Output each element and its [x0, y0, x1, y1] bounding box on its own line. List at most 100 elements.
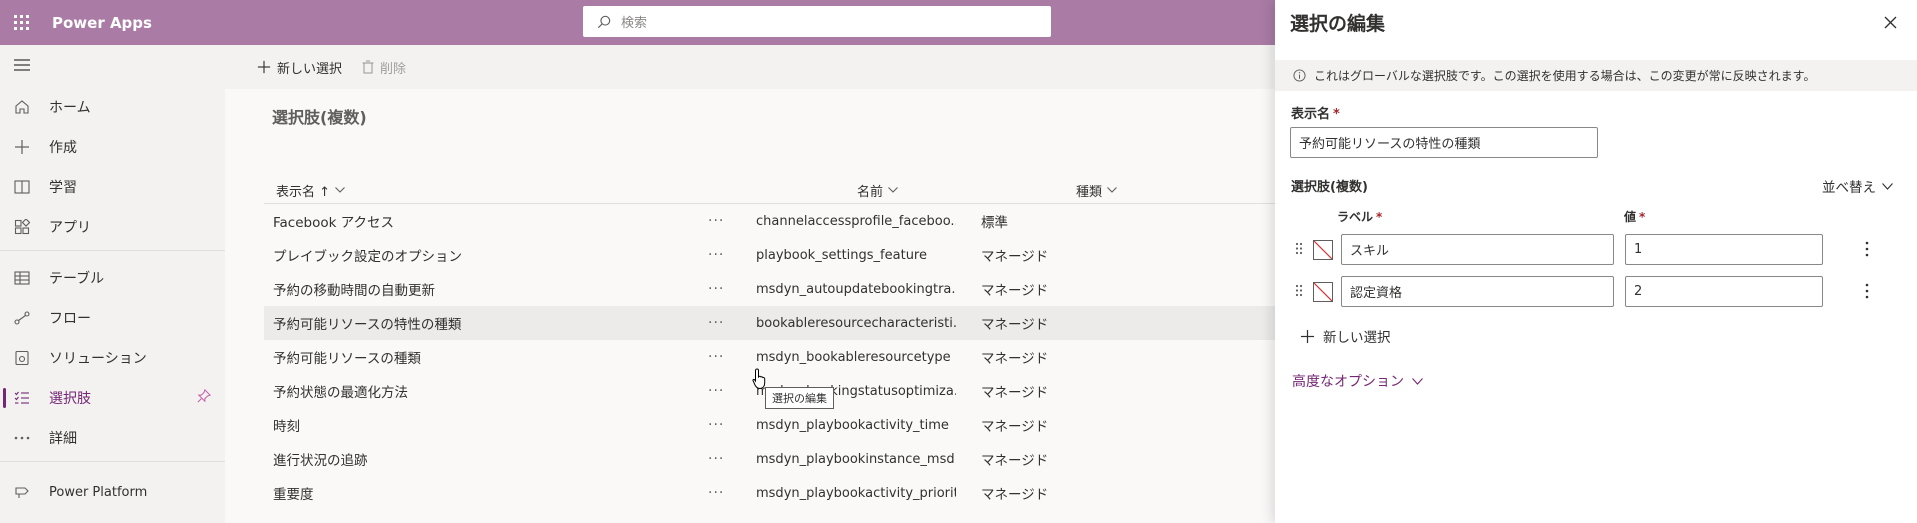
table-row[interactable]: 予約可能リソースの種類 ··· msdyn_bookableresourcety…	[264, 340, 1275, 374]
row-type: マネージド	[981, 283, 1049, 299]
label-text: 表示名	[1291, 107, 1331, 122]
pin-icon[interactable]	[197, 388, 212, 407]
row-display-name[interactable]: 予約の移動時間の自動更新	[273, 272, 693, 306]
table-row[interactable]: プレイブック設定のオプション ··· playbook_settings_fea…	[264, 238, 1275, 272]
chevron-down-icon	[1107, 187, 1117, 193]
table-row[interactable]: Facebook アクセス ··· channelaccessprofile_f…	[264, 204, 1275, 238]
row-more-icon[interactable]: ···	[708, 272, 732, 306]
row-more-icon[interactable]: ···	[708, 476, 732, 510]
add-choice-label: 新しい選択	[1323, 330, 1391, 346]
row-display-name[interactable]: Facebook アクセス	[273, 204, 693, 238]
sidebar-item-learn[interactable]: 学習	[0, 171, 225, 203]
row-type: マネージド	[981, 385, 1049, 401]
new-choice-label: 新しい選択	[277, 61, 343, 77]
sidebar-item-create[interactable]: 作成	[0, 131, 225, 163]
column-header-label: 種類	[1076, 184, 1103, 200]
sidebar-item-label: 選択肢	[49, 391, 91, 407]
row-more-icon[interactable]: ···	[708, 238, 732, 272]
label-column-header: ラベル *	[1337, 208, 1382, 225]
choice-value-input[interactable]: 1	[1625, 234, 1823, 265]
row-display-name[interactable]: プレイブック設定のオプション	[273, 238, 693, 272]
nav-divider	[0, 250, 225, 251]
display-name-input[interactable]: 予約可能リソースの特性の種類	[1290, 127, 1598, 158]
row-display-name[interactable]: 重要度	[273, 476, 693, 510]
search-input[interactable]: 検索	[583, 6, 1051, 37]
more-vertical-icon[interactable]	[1865, 241, 1869, 261]
info-message-bar: これはグローバルな選択肢です。この選択を使用する場合は、この変更が常に反映されま…	[1275, 60, 1917, 91]
row-more-icon[interactable]: ···	[708, 442, 732, 476]
chevron-down-icon	[1882, 182, 1893, 190]
row-more-icon[interactable]: ···	[708, 340, 732, 374]
row-name: msdyn_playbookactivity_priority	[756, 485, 956, 501]
column-header-label: 表示名 ↑	[276, 184, 331, 200]
choice-value-input[interactable]: 2	[1625, 276, 1823, 307]
add-choice-button[interactable]: 新しい選択	[1300, 326, 1391, 346]
row-name: msdyn_playbookactivity_time	[756, 417, 949, 433]
row-more-icon[interactable]: ···	[708, 306, 732, 340]
sidebar-item-home[interactable]: ホーム	[0, 91, 225, 123]
sidebar-item-power-platform[interactable]: Power Platform	[0, 476, 225, 508]
display-name-label: 表示名 *	[1291, 103, 1340, 122]
table-row[interactable]: 重要度 ··· msdyn_playbookactivity_priority …	[264, 476, 1275, 510]
chevron-down-icon	[335, 187, 345, 193]
app-launcher-icon[interactable]	[0, 0, 42, 45]
advanced-options-toggle[interactable]: 高度なオプション	[1292, 371, 1423, 391]
row-more-icon[interactable]: ···	[708, 374, 732, 408]
sidebar-item-flows[interactable]: フロー	[0, 302, 225, 334]
drag-handle-icon[interactable]	[1295, 242, 1303, 259]
hamburger-icon	[13, 56, 31, 74]
sidebar-item-tables[interactable]: テーブル	[0, 262, 225, 294]
power-platform-icon	[13, 483, 31, 501]
advanced-options-label: 高度なオプション	[1292, 374, 1404, 390]
sidebar-item-label: フロー	[49, 311, 91, 327]
sidebar: ホーム 作成 学習 アプリ テーブル フロー ソリューション 選択肢 詳細 Po…	[0, 45, 225, 523]
solution-icon	[13, 349, 31, 367]
sidebar-item-apps[interactable]: アプリ	[0, 211, 225, 243]
apps-icon	[13, 218, 31, 236]
row-display-name[interactable]: 予約可能リソースの種類	[273, 340, 693, 374]
table-row[interactable]: 予約可能リソースの特性の種類 ··· bookableresourcechara…	[264, 306, 1275, 340]
row-type: 標準	[981, 215, 1008, 231]
value-column-header: 値 *	[1624, 208, 1645, 225]
row-name: channelaccessprofile_faceboo...	[756, 213, 956, 229]
row-type: マネージド	[981, 453, 1049, 469]
sort-dropdown[interactable]: 並べ替え	[1822, 176, 1893, 196]
close-icon[interactable]	[1884, 16, 1897, 29]
sidebar-item-label: Power Platform	[49, 484, 148, 500]
row-more-icon[interactable]: ···	[708, 408, 732, 442]
new-choice-button[interactable]: 新しい選択	[257, 58, 342, 77]
app-title[interactable]: Power Apps	[52, 14, 152, 32]
choices-label: 選択肢(複数)	[1291, 180, 1368, 195]
sidebar-item-label: 作成	[49, 140, 77, 156]
row-name: msdyn_autoupdatebookingtra...	[756, 281, 956, 297]
choice-label-input[interactable]: 認定資格	[1341, 276, 1614, 307]
row-display-name[interactable]: 予約可能リソースの特性の種類	[273, 306, 693, 340]
row-type: マネージド	[981, 249, 1049, 265]
sidebar-item-label: テーブル	[49, 271, 105, 287]
row-name: bookableresourcecharacteristi...	[756, 315, 956, 331]
delete-button[interactable]: 削除	[362, 58, 406, 77]
sidebar-item-label: アプリ	[49, 220, 91, 236]
row-type: マネージド	[981, 487, 1049, 503]
row-type: マネージド	[981, 419, 1049, 435]
row-display-name[interactable]: 時刻	[273, 408, 693, 442]
sidebar-item-solutions[interactable]: ソリューション	[0, 342, 225, 374]
main-content: 新しい選択 削除 選択肢(複数) 表示名 ↑ 名前 種類 Facebook アク…	[225, 45, 1275, 523]
sidebar-item-more[interactable]: 詳細	[0, 422, 225, 454]
chevron-down-icon	[888, 187, 898, 193]
choice-label-input[interactable]: スキル	[1341, 234, 1614, 265]
choice-option-row: 認定資格 2	[1295, 275, 1895, 309]
table-row[interactable]: 時刻 ··· msdyn_playbookactivity_time マネージド	[264, 408, 1275, 442]
color-swatch-icon[interactable]	[1313, 282, 1333, 302]
row-display-name[interactable]: 予約状態の最適化方法	[273, 374, 693, 408]
more-vertical-icon[interactable]	[1865, 283, 1869, 303]
sidebar-item-choices[interactable]: 選択肢	[0, 382, 225, 414]
color-swatch-icon[interactable]	[1313, 240, 1333, 260]
drag-handle-icon[interactable]	[1295, 284, 1303, 301]
nav-toggle[interactable]	[0, 49, 225, 81]
nav-divider	[0, 461, 225, 462]
table-row[interactable]: 進行状況の追跡 ··· msdyn_playbookinstance_msd..…	[264, 442, 1275, 476]
row-more-icon[interactable]: ···	[708, 204, 732, 238]
table-row[interactable]: 予約の移動時間の自動更新 ··· msdyn_autoupdatebooking…	[264, 272, 1275, 306]
row-display-name[interactable]: 進行状況の追跡	[273, 442, 693, 476]
